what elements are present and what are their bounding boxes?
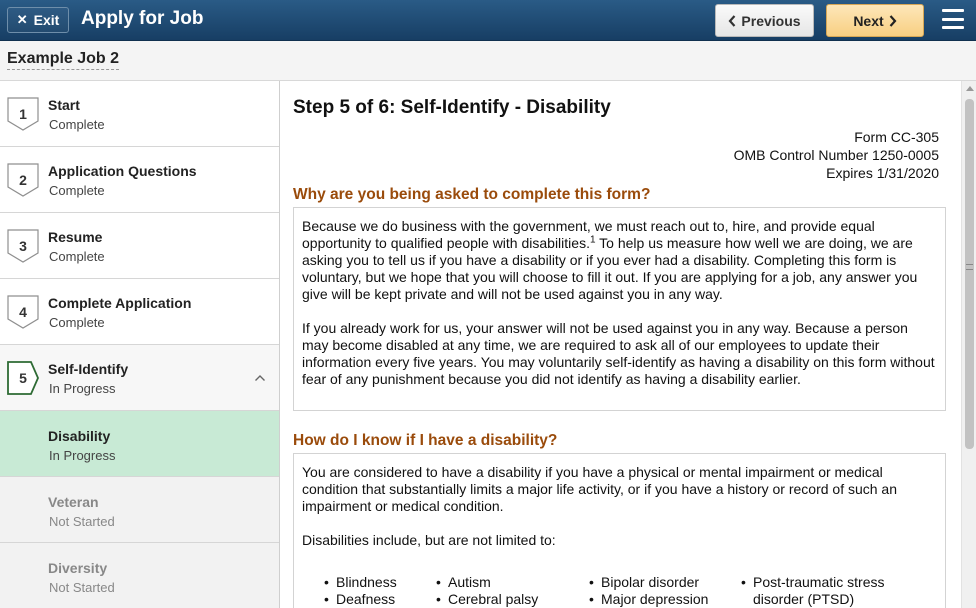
grip-icon <box>966 264 973 270</box>
exit-button[interactable]: ✕ Exit <box>7 7 69 33</box>
form-info: Form CC-305 OMB Control Number 1250-0005… <box>734 128 939 182</box>
step-title: Resume <box>48 229 103 245</box>
step-status: Complete <box>49 249 105 264</box>
chevron-left-icon <box>728 14 736 27</box>
step-number-badge: 3 <box>7 229 39 263</box>
section-why-paragraph-2: If you already work for us, your answer … <box>302 320 935 387</box>
section-why-heading: Why are you being asked to complete this… <box>293 186 651 203</box>
list-item: Bipolar disorder <box>589 574 708 591</box>
section-why-paragraph-1: Because we do business with the governme… <box>302 218 918 302</box>
step-status: Complete <box>49 117 105 132</box>
substep-title: Disability <box>48 428 111 444</box>
step-title: Complete Application <box>48 295 192 311</box>
list-item: Autism <box>436 574 538 591</box>
main-content: Step 5 of 6: Self-Identify - Disability … <box>281 81 961 608</box>
hamburger-menu-icon[interactable] <box>942 9 964 29</box>
step-heading: Step 5 of 6: Self-Identify - Disability <box>293 97 611 118</box>
substep-status: Not Started <box>49 514 115 529</box>
section-how-paragraph-2: Disabilities include, but are not limite… <box>302 532 556 548</box>
chevron-right-icon <box>889 14 897 27</box>
page-title: Apply for Job <box>81 8 204 29</box>
list-item: Cerebral palsy <box>436 591 538 608</box>
step-number-badge: 4 <box>7 295 39 329</box>
chevron-up-icon[interactable] <box>254 372 266 384</box>
section-how-paragraph-1: You are considered to have a disability … <box>302 464 898 514</box>
sidebar-step-complete-application[interactable]: 4 Complete Application Complete <box>0 279 279 345</box>
previous-label: Previous <box>741 12 801 29</box>
substep-status: In Progress <box>49 448 116 463</box>
step-title: Application Questions <box>48 163 197 179</box>
sidebar-substep-veteran[interactable]: Veteran Not Started <box>0 477 279 543</box>
step-number-badge: 2 <box>7 163 39 197</box>
list-item: Deafness <box>324 591 397 608</box>
step-status: Complete <box>49 315 105 330</box>
step-number-badge: 5 <box>7 361 39 395</box>
omb-control-number: OMB Control Number 1250-0005 <box>733 147 939 163</box>
job-bar: Example Job 2 <box>0 41 976 81</box>
substep-title: Veteran <box>48 494 99 510</box>
previous-button[interactable]: Previous <box>715 4 814 37</box>
list-item-continuation: disorder (PTSD) <box>753 591 855 607</box>
sidebar-step-self-identify[interactable]: 5 Self-Identify In Progress <box>0 345 279 411</box>
step-status: Complete <box>49 183 105 198</box>
exit-label: Exit <box>33 12 60 28</box>
list-item: Major depression <box>589 591 708 608</box>
sidebar-step-resume[interactable]: 3 Resume Complete <box>0 213 279 279</box>
next-button[interactable]: Next <box>826 4 924 37</box>
substep-title: Diversity <box>48 560 108 576</box>
form-expiration: Expires 1/31/2020 <box>826 165 939 181</box>
sidebar-step-application-questions[interactable]: 2 Application Questions Complete <box>0 147 279 213</box>
step-title: Self-Identify <box>48 361 129 377</box>
job-name-link[interactable]: Example Job 2 <box>7 50 120 70</box>
list-item: Post-traumatic stress <box>741 574 884 591</box>
header-bar: ✕ Exit Apply for Job Previous Next <box>0 0 976 41</box>
scroll-thumb[interactable] <box>965 99 974 449</box>
sidebar-substep-diversity[interactable]: Diversity Not Started <box>0 543 279 608</box>
step-title: Start <box>48 97 80 113</box>
section-how-heading: How do I know if I have a disability? <box>293 432 558 449</box>
substep-status: Not Started <box>49 580 115 595</box>
sidebar-step-start[interactable]: 1 Start Complete <box>0 81 279 147</box>
section-why-box: Because we do business with the governme… <box>293 207 946 411</box>
scroll-up-icon[interactable] <box>966 86 974 91</box>
vertical-scrollbar[interactable] <box>961 81 976 608</box>
next-label: Next <box>853 12 884 29</box>
section-how-box: You are considered to have a disability … <box>293 453 946 608</box>
list-item: Blindness <box>324 574 397 591</box>
close-icon: ✕ <box>16 12 28 27</box>
step-status: In Progress <box>49 381 116 396</box>
step-number-badge: 1 <box>7 97 39 131</box>
sidebar: 1 Start Complete 2 Application Questions… <box>0 81 280 608</box>
sidebar-substep-disability[interactable]: Disability In Progress <box>0 411 279 477</box>
form-number: Form CC-305 <box>854 129 939 145</box>
